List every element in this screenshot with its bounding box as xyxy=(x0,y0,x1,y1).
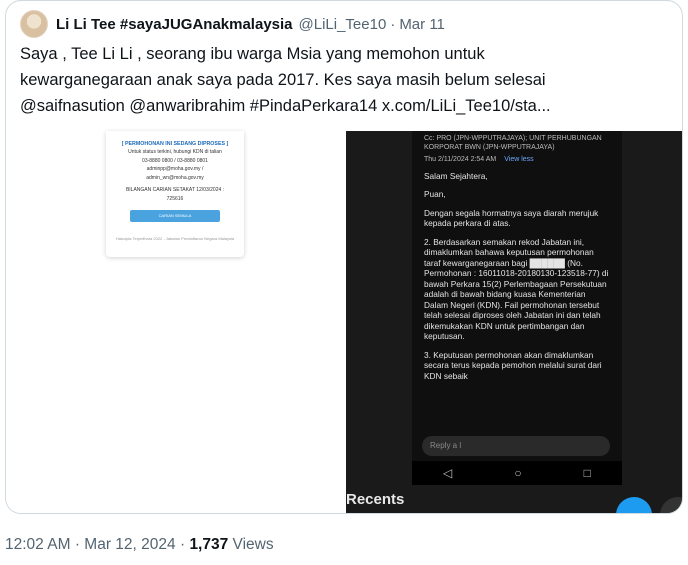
email-salutation: Puan, xyxy=(424,189,446,199)
post-time[interactable]: 12:02 AM xyxy=(5,536,71,553)
tweet-media[interactable]: [ PERMOHONAN INI SEDANG DIPROSES ] Untuk… xyxy=(6,131,682,513)
quoted-tweet-text: Saya , Tee Li Li , seorang ibu warga Msi… xyxy=(20,41,660,119)
email-greeting: Salam Sejahtera, xyxy=(424,170,488,181)
email-paragraph: 3. Keputusan permohonan akan dimaklumkan… xyxy=(424,349,602,381)
quoted-tweet-card[interactable]: Li Li Tee #sayaJUGAnakmalaysia @LiLi_Tee… xyxy=(5,0,683,514)
header-separator: · xyxy=(390,15,396,33)
email-screenshot: Cc: PRO (JPN-WPPUTRAJAYA); UNIT PERHUBUN… xyxy=(412,131,622,461)
secondary-fab-icon xyxy=(660,497,682,513)
tweet-text-line: Saya , Tee Li Li , seorang ibu warga Msi… xyxy=(20,45,485,63)
email-paragraph: Dengan segala hormatnya saya diarah meru… xyxy=(424,207,599,229)
android-nav-bar: ◁ ○ □ xyxy=(412,461,622,485)
email-cc: Cc: PRO (JPN-WPPUTRAJAYA); UNIT PERHUBUN… xyxy=(424,135,602,151)
tweet-timestamp: 12:02 AM · Mar 12, 2024 · 1,737 Views xyxy=(5,536,274,554)
media-image-right[interactable]: Cc: PRO (JPN-WPPUTRAJAYA); UNIT PERHUBUN… xyxy=(346,131,682,513)
author-handle[interactable]: @LiLi_Tee10 xyxy=(299,16,387,33)
post-date[interactable]: Mar 12, 2024 xyxy=(84,536,175,553)
email-line: adminpp@moha.gov.my / xyxy=(146,166,204,172)
search-again-button: CARIAN SEMULA xyxy=(130,210,220,222)
recent-apps-icon: □ xyxy=(583,466,591,480)
copyright-footer: Hakcipta Terpelihara 2022 - Jabatan Pend… xyxy=(115,236,235,241)
timestamp-separator: · xyxy=(179,536,186,553)
application-status-card: [ PERMOHONAN INI SEDANG DIPROSES ] Untuk… xyxy=(106,131,244,257)
tweet-text-line: @saifnasution @anwaribrahim #PindaPerkar… xyxy=(20,97,551,115)
timestamp-separator: · xyxy=(74,536,80,553)
phone-line: 03-8880 0800 / 03-8880 0801 xyxy=(142,157,208,164)
reply-field: Reply a l xyxy=(422,436,610,456)
tweet-date[interactable]: Mar 11 xyxy=(399,16,445,33)
email-body: Salam Sejahtera, Puan, Dengan segala hor… xyxy=(412,165,622,382)
recents-label: Recents xyxy=(346,491,405,508)
home-icon: ○ xyxy=(514,466,522,480)
quoted-tweet-header: Li Li Tee #sayaJUGAnakmalaysia @LiLi_Tee… xyxy=(20,10,445,38)
views-label: Views xyxy=(232,536,274,553)
views-count[interactable]: 1,737 xyxy=(189,536,228,553)
email-sent-time: Thu 2/11/2024 2:54 AM xyxy=(424,156,497,163)
author-name[interactable]: Li Li Tee #sayaJUGAnakmalaysia xyxy=(56,16,293,33)
tweet-text-line: kewarganegaraan anak saya pada 2017. Kes… xyxy=(20,71,546,89)
search-count-label: BILANGAN CARIAN SETAKAT 12/03/2024 : xyxy=(125,187,225,193)
media-image-left[interactable]: [ PERMOHONAN INI SEDANG DIPROSES ] Untuk… xyxy=(6,131,346,513)
email-line: admin_wn@moha.gov.my xyxy=(146,174,204,181)
email-meta: Thu 2/11/2024 2:54 AM View less xyxy=(412,152,622,165)
view-less-link: View less xyxy=(504,156,534,163)
avatar[interactable] xyxy=(20,10,48,38)
status-title: [ PERMOHONAN INI SEDANG DIPROSES ] xyxy=(121,141,229,147)
search-count-value: 725616 xyxy=(166,195,184,202)
email-paragraph: 2. Berdasarkan semakan rekod Jabatan ini… xyxy=(424,236,609,342)
back-icon: ◁ xyxy=(443,466,453,480)
compose-fab-icon xyxy=(616,497,652,513)
status-line: Untuk status terkini, hubungi KDN di tal… xyxy=(128,149,222,155)
